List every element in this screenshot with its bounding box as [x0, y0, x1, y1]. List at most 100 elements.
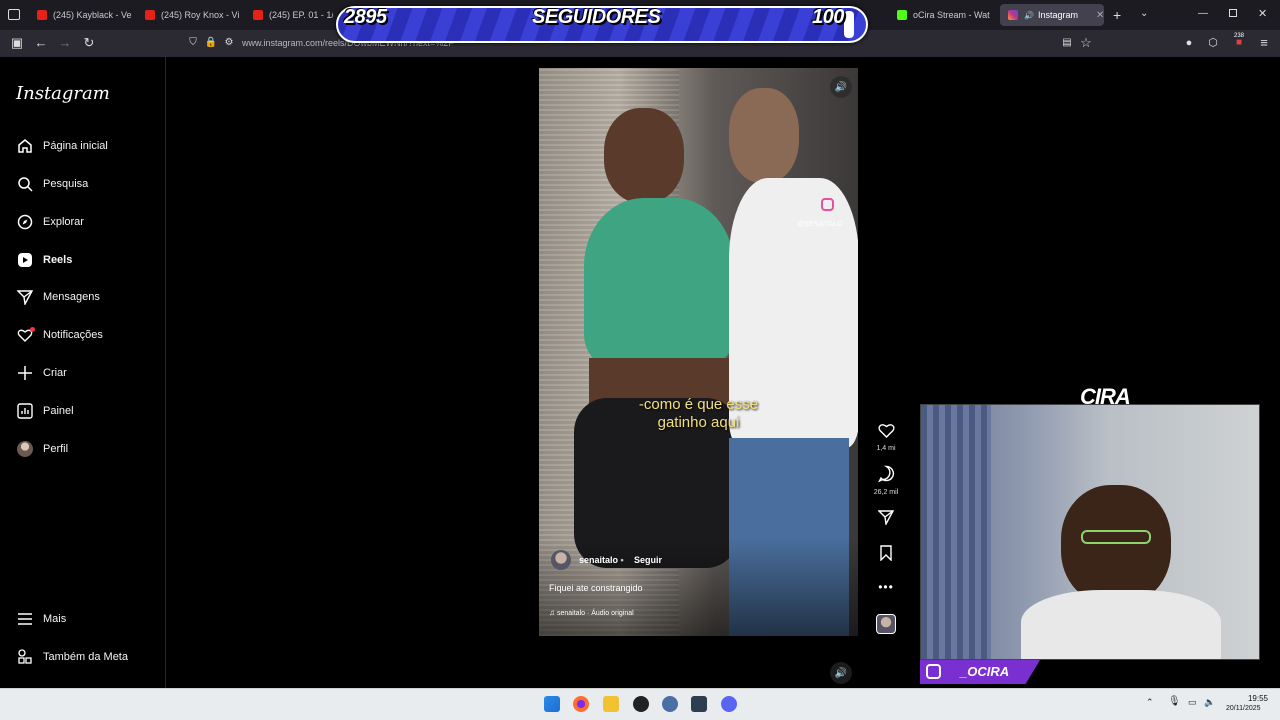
music-note-icon: ♫ [549, 608, 555, 617]
sidebar-item-search[interactable]: Pesquisa [16, 174, 88, 194]
reel-caption: Fiquei ate constrangido [549, 583, 643, 593]
app-icon[interactable] [691, 696, 707, 712]
reader-view-icon[interactable]: ▤ [1060, 36, 1074, 50]
browser-tab[interactable]: (245) Kayblack - Ve ✕ [37, 4, 132, 26]
instagram-logo[interactable]: Instagram [16, 83, 110, 104]
sidebar-item-reels[interactable]: Reels [16, 250, 72, 270]
addon-badge: 238 [1234, 33, 1245, 39]
reels-icon [16, 252, 33, 269]
avatar-icon [16, 441, 33, 458]
heart-icon [16, 326, 35, 344]
comment-action[interactable]: 26,2 mil [870, 465, 902, 496]
microphone-icon[interactable]: 🎙 [1168, 696, 1181, 707]
browser-tab[interactable]: (245) Roy Knox - Vi ✕ [145, 4, 240, 26]
webcam-person [1061, 485, 1171, 605]
speaker-icon: 🔊 [834, 81, 848, 93]
save-action[interactable] [870, 545, 902, 566]
youtube-icon [145, 10, 155, 20]
sidebar-item-home[interactable]: Página inicial [16, 136, 108, 156]
tab-list-icon[interactable] [8, 9, 20, 20]
back-icon[interactable]: ← [34, 36, 48, 50]
share-action[interactable] [870, 509, 902, 530]
obs-icon[interactable] [633, 696, 649, 712]
lock-icon[interactable]: 🔒 [204, 36, 218, 50]
follow-button[interactable]: Seguir [634, 555, 662, 565]
author-avatar[interactable] [551, 550, 571, 570]
more-options-icon[interactable]: ••• [870, 580, 902, 594]
bookmark-icon [870, 545, 902, 566]
search-icon [16, 176, 33, 193]
next-reel-mute-button[interactable]: 🔊 [830, 662, 852, 684]
speaker-icon: 🔊 [1024, 10, 1034, 20]
instagram-icon [926, 664, 941, 679]
webcam-curtain [921, 405, 991, 659]
browser-tab[interactable]: oCira Stream - Wat ✕ [897, 4, 992, 26]
notification-dot [30, 326, 35, 332]
firefox-icon[interactable] [573, 696, 589, 712]
new-tab-icon[interactable]: + [1113, 7, 1121, 23]
send-icon [16, 289, 33, 306]
like-action[interactable]: 1,4 mi [870, 422, 902, 452]
network-icon[interactable]: ▭ [1188, 697, 1197, 708]
hamburger-icon [16, 611, 33, 628]
follower-goal: 100 [812, 6, 844, 28]
send-icon [870, 509, 902, 530]
sidebar-toggle-icon[interactable]: ▣ [10, 36, 24, 50]
youtube-icon [253, 10, 263, 20]
forward-icon[interactable]: → [58, 36, 72, 50]
sidebar-item-dashboard[interactable]: Painel [16, 401, 74, 421]
settings-icon[interactable] [662, 696, 678, 712]
speaker-icon: 🔊 [834, 667, 848, 679]
comment-count: 26,2 mil [873, 489, 899, 496]
stream-handle: _OCIRA [960, 664, 1010, 679]
sidebar-item-explore[interactable]: Explorar [16, 212, 84, 232]
restore-icon[interactable] [1229, 9, 1237, 17]
author-username[interactable]: senaitalo • [579, 555, 624, 565]
close-window-icon[interactable]: ✕ [1258, 7, 1267, 20]
close-tab-icon[interactable]: ✕ [1096, 10, 1104, 21]
chevron-down-icon[interactable]: ⌄ [1140, 8, 1148, 19]
sidebar-item-more[interactable]: Mais [16, 609, 66, 629]
mute-button[interactable]: 🔊 [830, 76, 852, 98]
sidebar-item-meta[interactable]: Também da Meta [16, 647, 128, 667]
plus-icon [16, 365, 33, 382]
kick-icon [897, 10, 907, 20]
video-watermark: @SENAITALO [797, 221, 843, 228]
minimize-icon[interactable]: — [1198, 8, 1208, 19]
chevron-up-icon[interactable]: ⌃ [1146, 697, 1154, 708]
discord-icon[interactable] [721, 696, 737, 712]
reel-video[interactable]: @SENAITALO 🔊 -como é que esse gatinho aq… [539, 68, 858, 636]
browser-tab-active[interactable]: 🔊 Instagram ✕ [1000, 4, 1104, 26]
volume-icon[interactable]: 🔈 [1204, 697, 1215, 708]
audio-thumbnail[interactable] [876, 614, 896, 634]
permissions-icon[interactable]: ⚙ [222, 36, 236, 50]
sidebar-item-notifications[interactable]: Notificações [16, 325, 103, 345]
extensions-icon[interactable]: ⬡ [1206, 36, 1220, 50]
sidebar-item-messages[interactable]: Mensagens [16, 287, 100, 307]
meta-apps-icon [16, 649, 33, 666]
follower-goal-fill [844, 11, 854, 38]
file-explorer-icon[interactable] [603, 696, 619, 712]
video-subtitle: -como é que esse gatinho aqui [638, 396, 759, 431]
reel-audio-link[interactable]: senaitalo · Áudio original [557, 610, 634, 617]
compass-icon [16, 214, 33, 231]
clock-date[interactable]: 20/11/2025 [1226, 705, 1261, 712]
sidebar-item-profile[interactable]: Perfil [16, 439, 68, 459]
comment-icon [870, 465, 902, 487]
watermark-instagram-icon [821, 198, 834, 211]
bookmark-star-icon[interactable]: ☆ [1079, 36, 1093, 50]
menu-icon[interactable]: ≡ [1257, 36, 1271, 50]
like-count: 1,4 mi [876, 445, 896, 452]
shield-icon[interactable]: ⛉ [186, 36, 200, 50]
follower-label: SEGUIDORES [532, 6, 661, 28]
reload-icon[interactable]: ↻ [82, 36, 96, 50]
chart-icon [16, 403, 33, 420]
clock-time[interactable]: 19:55 [1246, 694, 1268, 703]
windows-start-icon[interactable] [544, 696, 560, 712]
follower-count: 2895 [344, 6, 387, 28]
account-icon[interactable]: ● [1182, 36, 1196, 50]
browser-tab[interactable]: (245) EP. 01 - 1/5: I [253, 4, 333, 26]
heart-icon [870, 422, 902, 443]
instagram-icon [1008, 10, 1018, 20]
sidebar-item-create[interactable]: Criar [16, 363, 67, 383]
